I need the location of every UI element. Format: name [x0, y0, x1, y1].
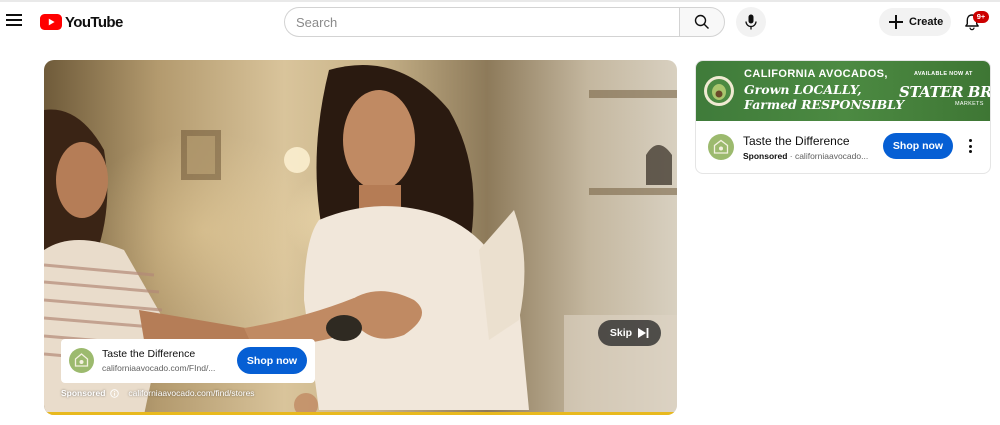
search-box[interactable]	[284, 7, 680, 37]
notification-badge: 9+	[973, 11, 989, 23]
skip-label: Skip	[609, 327, 633, 339]
banner-line3: Farmed RESPONSIBLY	[744, 97, 905, 112]
search-button[interactable]	[679, 7, 725, 37]
companion-ad-title: Taste the Difference	[743, 134, 850, 148]
skip-ad-button[interactable]: Skip	[598, 320, 661, 346]
video-ad-title: Taste the Difference	[102, 348, 196, 360]
skip-next-icon	[638, 328, 649, 338]
companion-ad-meta: Sponsored · californiaavocado...	[743, 151, 868, 161]
sponsored-row: Sponsored californiaavocado.com/find/sto…	[61, 388, 255, 398]
top-border	[0, 0, 1000, 2]
advertiser-avatar	[69, 348, 94, 373]
video-player[interactable]: Taste the Difference californiaavocado.c…	[44, 60, 677, 415]
create-label: Create	[909, 16, 944, 28]
menu-icon[interactable]	[6, 13, 22, 27]
plus-icon	[889, 15, 903, 29]
companion-banner[interactable]: CALIFORNIA AVOCADOS, Grown LOCALLY, Farm…	[696, 61, 991, 121]
logo-text: YouTube	[65, 13, 123, 31]
video-ad-card[interactable]: Taste the Difference californiaavocado.c…	[61, 339, 315, 383]
advertiser-avatar	[708, 134, 734, 160]
youtube-logo[interactable]: YouTube	[40, 12, 123, 32]
companion-ad-domain: · californiaavocado...	[787, 151, 869, 161]
banner-available-label: AVAILABLE NOW AT	[914, 71, 973, 77]
create-button[interactable]: Create	[879, 8, 951, 36]
search-input[interactable]	[285, 8, 680, 36]
banner-store-sub: MARKETS	[955, 101, 984, 107]
voice-search-button[interactable]	[736, 7, 766, 37]
sponsored-url[interactable]: californiaavocado.com/find/stores	[128, 388, 254, 398]
companion-ad[interactable]: CALIFORNIA AVOCADOS, Grown LOCALLY, Farm…	[695, 60, 991, 174]
youtube-logo-icon	[40, 14, 62, 30]
video-ad-url: californiaavocado.com/FInd/...	[102, 363, 216, 373]
mic-icon	[745, 14, 757, 30]
banner-line2: Grown LOCALLY,	[744, 82, 862, 97]
video-ad-shop-now-button[interactable]: Shop now	[237, 347, 307, 374]
banner-store-logo: STATER BROS.	[899, 83, 991, 101]
companion-shop-now-button[interactable]: Shop now	[883, 133, 953, 159]
banner-headline: CALIFORNIA AVOCADOS,	[744, 68, 888, 80]
ad-progress-bar	[44, 412, 677, 415]
more-options-icon[interactable]	[966, 138, 974, 154]
info-icon[interactable]	[110, 388, 120, 398]
companion-sponsored-label: Sponsored	[743, 151, 788, 161]
sponsored-label: Sponsored	[61, 388, 106, 398]
search-icon	[694, 14, 709, 29]
